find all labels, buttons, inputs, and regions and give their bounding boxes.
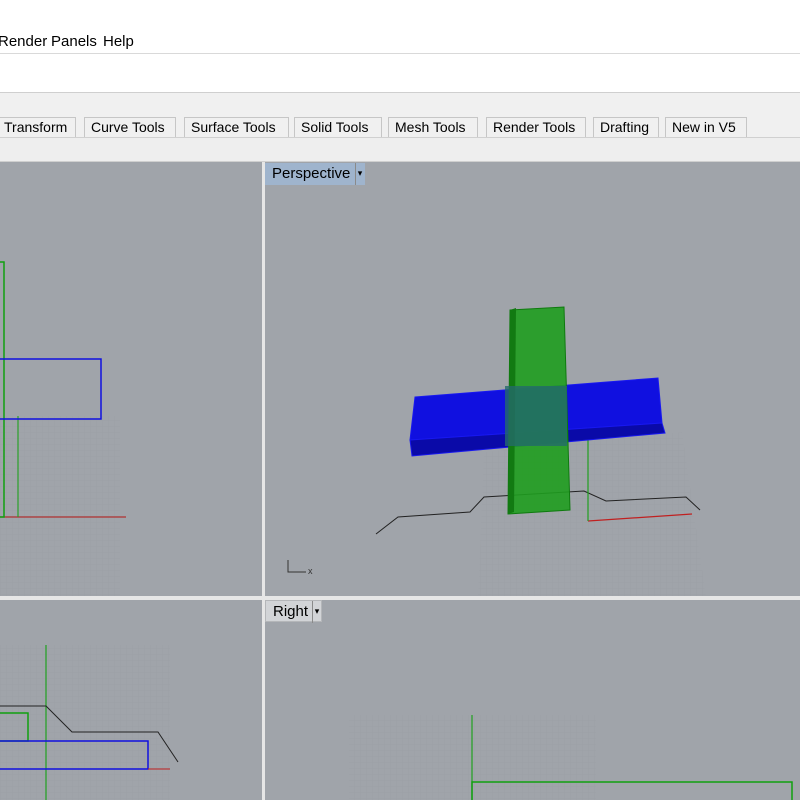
axis-x-label: x <box>308 566 313 576</box>
viewport-perspective[interactable]: x <box>287 306 706 596</box>
viewport-top-left[interactable] <box>0 261 126 596</box>
viewport-tab-right[interactable]: Right ▾ <box>265 600 322 623</box>
chevron-down-icon[interactable]: ▾ <box>312 601 321 623</box>
axis-triad-icon <box>287 560 306 573</box>
viewport-label-right: Right <box>273 603 309 620</box>
viewport-divider-horizontal[interactable] <box>0 596 800 600</box>
viewport-divider-vertical[interactable] <box>262 162 265 800</box>
viewport-label-perspective: Perspective <box>272 165 351 182</box>
chevron-down-icon[interactable]: ▾ <box>355 163 364 185</box>
blue-box-outline[interactable] <box>0 358 102 420</box>
viewport-tab-perspective[interactable]: Perspective ▾ <box>265 163 365 185</box>
viewport-right[interactable] <box>349 715 793 800</box>
viewport-bottom-left[interactable] <box>0 645 179 800</box>
construction-grid <box>0 645 170 800</box>
viewport-graphics: x <box>0 261 793 800</box>
overlap-region <box>505 386 567 446</box>
